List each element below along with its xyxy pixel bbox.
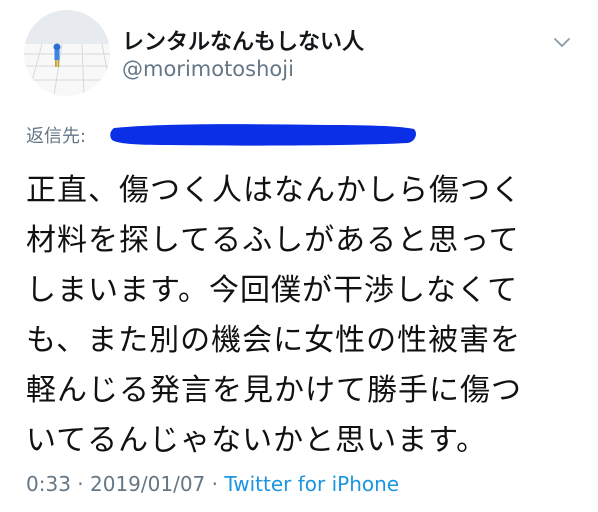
display-name[interactable]: レンタルなんもしない人 — [122, 24, 364, 56]
tweet-line: いてるんじゃないかと思います。 — [26, 423, 488, 458]
tweet-text: 正直、傷つく人はなんかしら傷つく 材料を探してるふしがあると思って しまいます。… — [26, 166, 586, 466]
tweet-time[interactable]: 0:33 — [26, 472, 71, 496]
tweet-line: 正直、傷つく人はなんかしら傷つく — [26, 173, 522, 208]
tweet-line: 軽んじる発言を見かけて勝手に傷つ — [26, 373, 522, 408]
reply-to-redacted-username[interactable] — [108, 119, 420, 149]
tweet-line: しまいます。今回僕が干渉しなくて — [26, 273, 519, 308]
username[interactable]: @morimotoshoji — [122, 57, 294, 81]
tweet-source-link[interactable]: Twitter for iPhone — [224, 472, 399, 496]
meta-separator: · — [211, 472, 218, 496]
chevron-down-icon[interactable] — [550, 30, 574, 54]
avatar[interactable] — [24, 10, 110, 96]
tweet-line: 材料を探してるふしがあると思って — [26, 223, 520, 258]
tweet-date[interactable]: 2019/01/07 — [90, 472, 205, 496]
tweet-metadata: 0:33 · 2019/01/07 · Twitter for iPhone — [26, 472, 399, 496]
tweet-line: も、また別の機会に女性の性被害を — [26, 323, 522, 358]
meta-separator: · — [77, 472, 84, 496]
avatar-image — [24, 10, 110, 96]
reply-to-label: 返信先: — [26, 126, 87, 147]
